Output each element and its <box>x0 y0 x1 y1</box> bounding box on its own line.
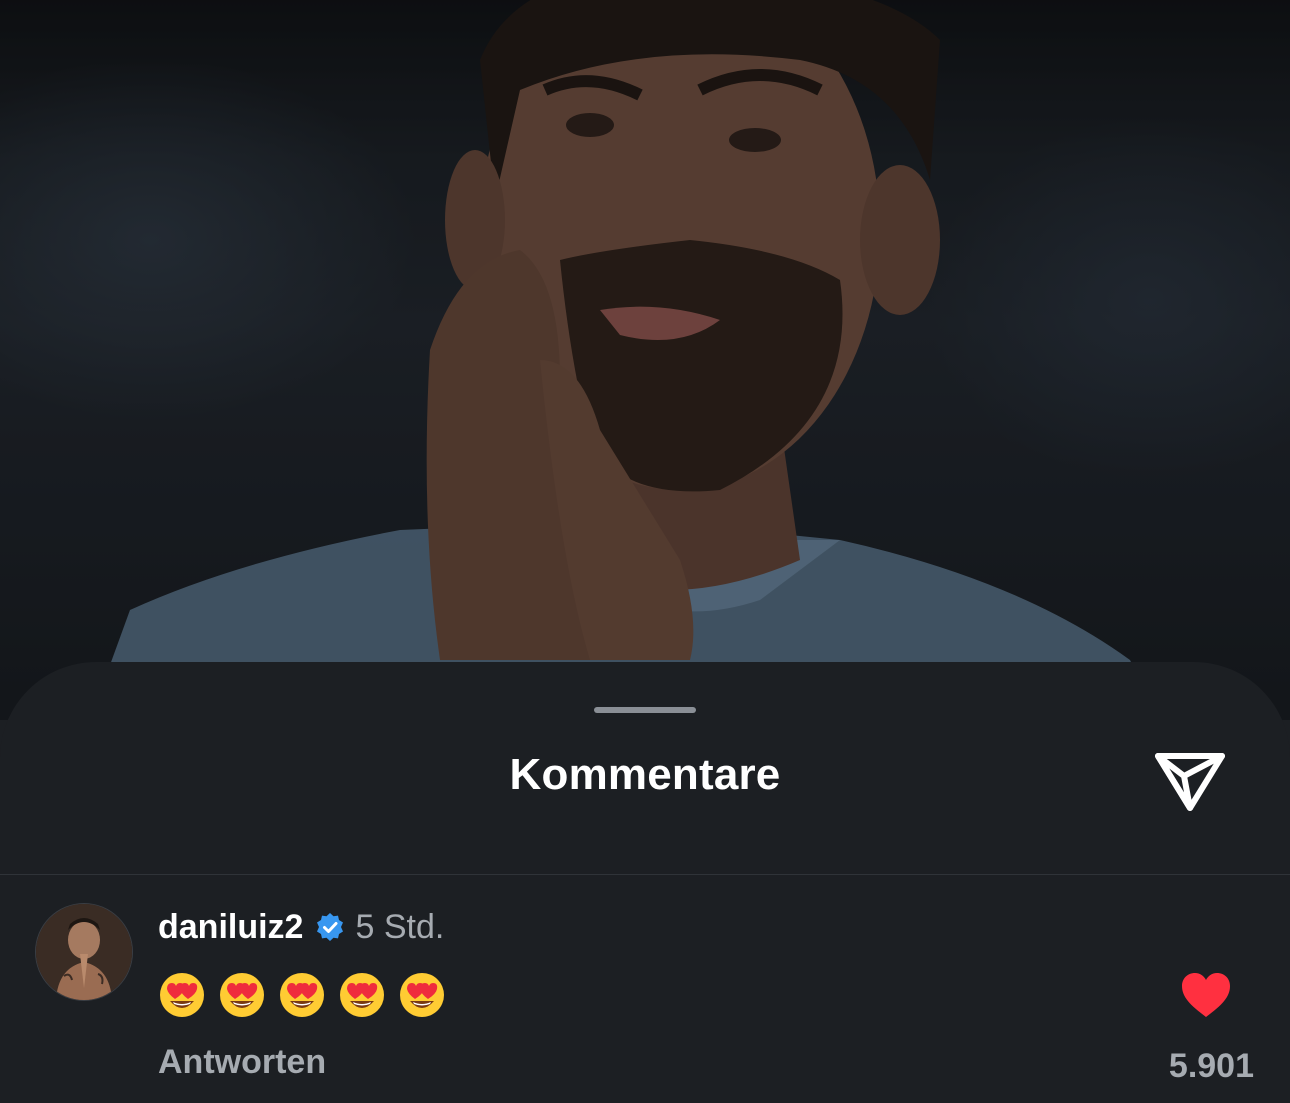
post-image-illustration <box>0 0 1290 720</box>
heart-eyes-emoji <box>280 973 324 1017</box>
paper-plane-icon <box>1155 753 1225 811</box>
share-button[interactable] <box>1150 744 1230 816</box>
comments-sheet: Kommentare daniluiz2 5 Std. Antworten 5.… <box>0 662 1290 1103</box>
heart-eyes-emoji <box>340 973 384 1017</box>
comment-timestamp: 5 Std. <box>355 907 445 946</box>
sheet-grabber-handle[interactable] <box>594 707 696 713</box>
post-image-background <box>0 0 1290 720</box>
comment-username[interactable]: daniluiz2 <box>158 908 303 947</box>
sheet-title: Kommentare <box>509 750 781 799</box>
comment-text <box>158 971 446 1019</box>
comments-screen: Kommentare daniluiz2 5 Std. Antworten 5.… <box>0 0 1290 1103</box>
reply-button[interactable]: Antworten <box>158 1043 326 1082</box>
verified-badge-icon <box>315 912 345 942</box>
avatar[interactable] <box>36 904 132 1000</box>
heart-eyes-emoji <box>400 973 444 1017</box>
like-button[interactable] <box>1180 971 1232 1019</box>
heart-eyes-emoji <box>160 973 204 1017</box>
heart-icon <box>1182 973 1230 1017</box>
avatar-image <box>36 904 132 1000</box>
comment-item: daniluiz2 5 Std. Antworten 5.901 <box>0 875 1290 1103</box>
like-count: 5.901 <box>1168 1047 1254 1085</box>
comment-meta: daniluiz2 5 Std. <box>158 905 444 949</box>
heart-eyes-emoji <box>220 973 264 1017</box>
